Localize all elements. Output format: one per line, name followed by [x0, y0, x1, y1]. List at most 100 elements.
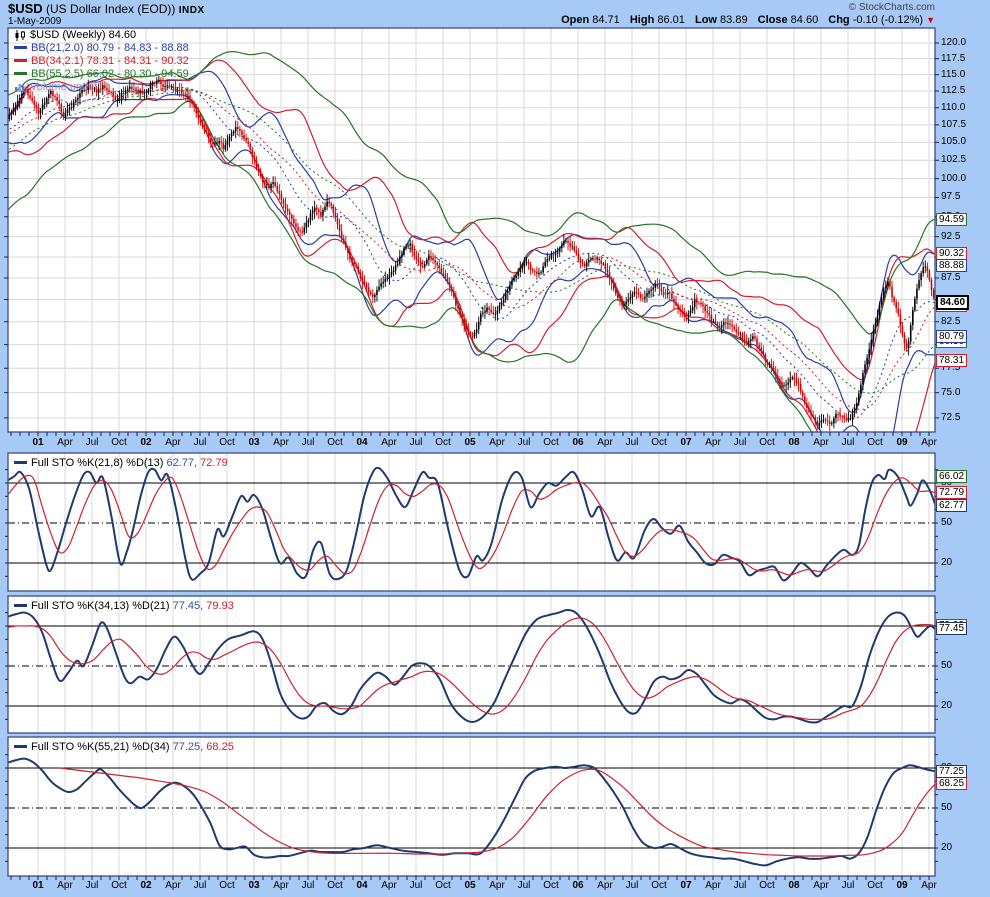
x-tick-label-bottom: 01: [32, 880, 43, 891]
chg-value: -0.10 (-0.12%): [853, 14, 923, 26]
x-tick-label-top: 04: [356, 437, 367, 448]
x-tick-label-top: 06: [572, 437, 583, 448]
x-tick-label-top: 02: [140, 437, 151, 448]
price-box: 94.59: [936, 213, 967, 226]
x-tick-label-bottom: Oct: [543, 880, 559, 891]
x-tick-label-top: Apr: [813, 437, 829, 448]
stoch-value-box: 77.25: [936, 765, 967, 778]
stoch2-k-value: 77.45,: [173, 600, 204, 612]
x-tick-label-top: Apr: [381, 437, 397, 448]
low-value: 83.89: [720, 14, 748, 26]
stoch3-label: Full STO %K(55,21) %D(34): [31, 741, 170, 753]
x-tick-label-bottom: Apr: [813, 880, 829, 891]
x-tick-label-bottom: Jul: [734, 880, 747, 891]
stoch-value-box: 62.77: [936, 499, 967, 512]
x-tick-label-bottom: Apr: [921, 880, 937, 891]
candlestick-icon: [14, 30, 27, 41]
legend-row-bb34: BB(34,2.1) 78.31 - 84.31 - 90.32: [14, 55, 189, 68]
x-tick-label-bottom: 04: [356, 880, 367, 891]
symbol: $USD: [8, 1, 43, 16]
stoch3-legend: Full STO %K(55,21) %D(34) 77.25, 68.25: [14, 741, 234, 754]
title-line: $USD (US Dollar Index (EOD)) INDX: [8, 1, 205, 16]
x-tick-label-top: Apr: [921, 437, 937, 448]
x-tick-label-bottom: Oct: [111, 880, 127, 891]
x-tick-label-bottom: Jul: [626, 880, 639, 891]
x-tick-label-bottom: 03: [248, 880, 259, 891]
legend-row-volume: Volume undef: [14, 81, 189, 94]
main-y-tick-label: 72.5: [941, 412, 960, 423]
x-tick-label-bottom: Apr: [705, 880, 721, 891]
main-y-tick-label: 117.5: [941, 53, 965, 64]
x-tick-label-top: 01: [32, 437, 43, 448]
x-tick-label-top: Oct: [867, 437, 883, 448]
main-y-tick-label: 120.0: [941, 37, 966, 48]
high-value: 86.01: [657, 14, 685, 26]
stoch-value-box: 68.25: [936, 777, 967, 790]
x-tick-label-bottom: Oct: [327, 880, 343, 891]
legend-row-bb21: BB(21,2.0) 80.79 - 84.83 - 88.88: [14, 42, 189, 55]
main-y-tick-label: 97.5: [941, 191, 960, 202]
legend-row-stoch2: Full STO %K(34,13) %D(21) 77.45, 79.93: [14, 600, 234, 613]
x-tick-label-top: 05: [464, 437, 475, 448]
stoch-y-tick-label: 20: [941, 557, 952, 568]
x-tick-label-top: Jul: [842, 437, 855, 448]
stoch1-legend: Full STO %K(21,8) %D(13) 62.77, 72.79: [14, 457, 228, 470]
x-tick-label-bottom: 09: [896, 880, 907, 891]
stoch-value-box: 72.79: [936, 486, 967, 499]
price-box: 88.88: [936, 259, 967, 272]
chart-date: 1-May-2009: [8, 16, 61, 27]
x-tick-label-top: 09: [896, 437, 907, 448]
x-tick-label-top: Apr: [705, 437, 721, 448]
bb34-legend: BB(34,2.1) 78.31 - 84.31 - 90.32: [31, 55, 189, 67]
stoch-value-box: 66.02: [936, 470, 967, 483]
stoch2-label: Full STO %K(34,13) %D(21): [31, 600, 170, 612]
x-tick-label-bottom: Jul: [410, 880, 423, 891]
main-legend-title: $USD (Weekly) 84.60: [30, 29, 136, 41]
main-y-tick-label: 115.0: [941, 69, 965, 80]
bb55-legend: BB(55,2.5) 66.02 - 80.30 - 94.59: [31, 68, 189, 80]
price-box: 78.31: [936, 354, 967, 367]
x-tick-label-top: Jul: [626, 437, 639, 448]
price-box: 80.79: [936, 330, 967, 343]
price-box: 84.60: [936, 295, 969, 310]
stoch-y-tick-label: 20: [941, 700, 952, 711]
legend-row-stoch1: Full STO %K(21,8) %D(13) 62.77, 72.79: [14, 457, 228, 470]
legend-row-bb55: BB(55,2.5) 66.02 - 80.30 - 94.59: [14, 68, 189, 81]
x-tick-label-top: Apr: [273, 437, 289, 448]
legend-row-title: $USD (Weekly) 84.60: [14, 29, 189, 42]
stoch-y-tick-label: 50: [941, 802, 952, 813]
close-value: 84.60: [791, 14, 819, 26]
ohlc-readout: Open 84.71 High 86.01 Low 83.89 Close 84…: [554, 14, 935, 26]
x-tick-label-top: Jul: [518, 437, 531, 448]
stoch1-label: Full STO %K(21,8) %D(13): [31, 457, 163, 469]
x-tick-label-bottom: Oct: [867, 880, 883, 891]
x-tick-label-bottom: 08: [788, 880, 799, 891]
x-tick-label-bottom: Apr: [489, 880, 505, 891]
main-y-tick-label: 110.0: [941, 102, 965, 113]
main-y-tick-label: 100.0: [941, 173, 966, 184]
chart-canvas: [0, 0, 990, 897]
main-y-tick-label: 82.5: [941, 316, 960, 327]
main-y-tick-label: 92.5: [941, 231, 960, 242]
main-y-tick-label: 105.0: [941, 136, 966, 147]
x-tick-label-bottom: Oct: [435, 880, 451, 891]
stoch3-line-icon: [14, 745, 27, 748]
stoch-y-tick-label: 50: [941, 517, 952, 528]
x-tick-label-top: Oct: [219, 437, 235, 448]
x-tick-label-bottom: 07: [680, 880, 691, 891]
x-tick-label-bottom: Jul: [302, 880, 315, 891]
stoch-y-tick-label: 50: [941, 660, 952, 671]
chg-down-icon: ▼: [926, 15, 935, 25]
bb34-line-icon: [14, 59, 27, 62]
main-y-tick-label: 107.5: [941, 119, 966, 130]
stoch3-d-value: 68.25: [206, 741, 234, 753]
main-y-tick-label: 112.5: [941, 85, 965, 96]
x-tick-label-top: Apr: [489, 437, 505, 448]
stoch1-k-value: 62.77,: [167, 457, 198, 469]
main-y-tick-label: 102.5: [941, 154, 966, 165]
x-tick-label-top: Oct: [435, 437, 451, 448]
x-tick-label-top: Oct: [651, 437, 667, 448]
x-tick-label-top: Oct: [111, 437, 127, 448]
x-tick-label-bottom: Apr: [381, 880, 397, 891]
x-tick-label-bottom: Apr: [165, 880, 181, 891]
